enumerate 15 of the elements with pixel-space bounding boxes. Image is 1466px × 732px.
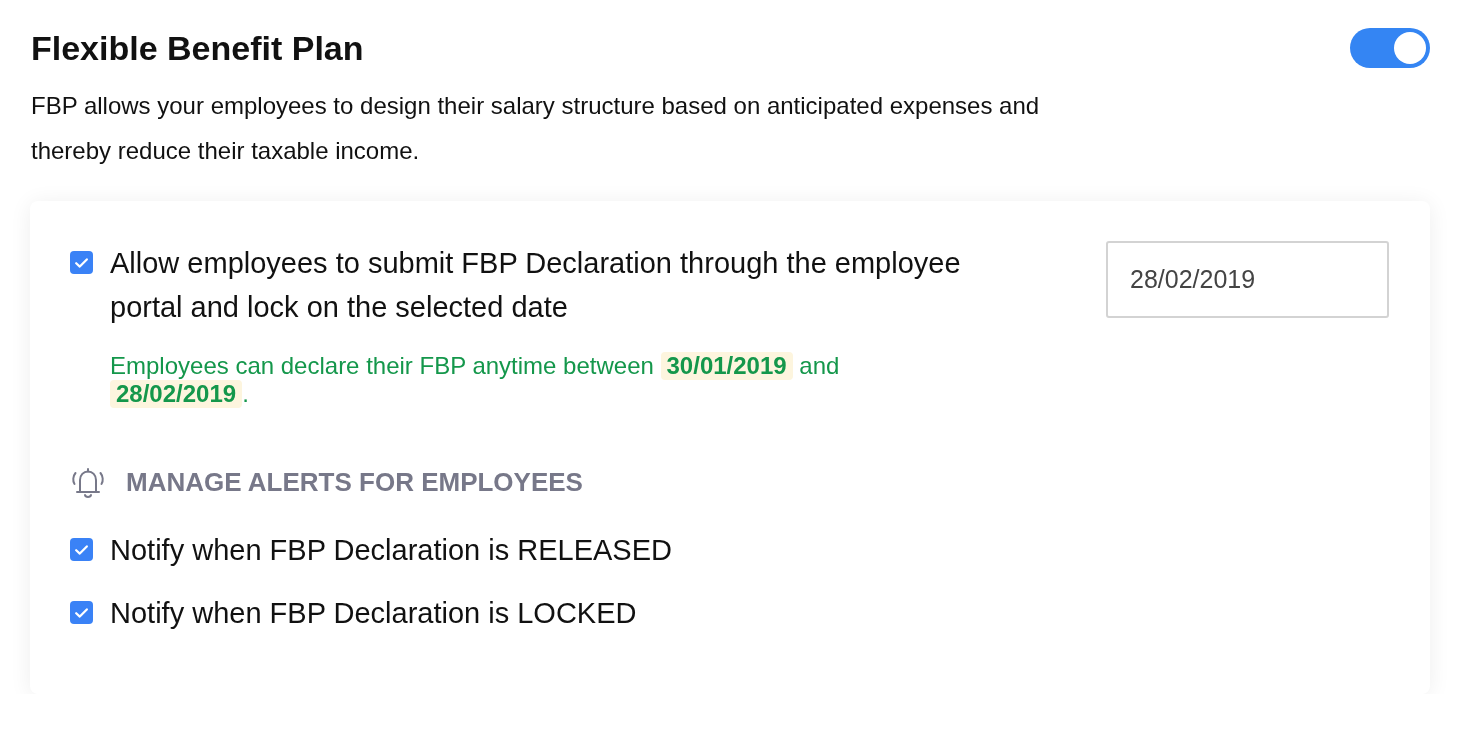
checkbox-label: Notify when FBP Declaration is RELEASED xyxy=(110,533,672,568)
checkbox-label: Allow employees to submit FBP Declaration through the employee portal and lock on the selected date xyxy=(110,246,962,325)
info-note: Employees can declare their FBP anytime between 30/01/2019 and 28/02/2019 . xyxy=(110,352,841,408)
check-icon xyxy=(75,544,88,555)
section-heading: MANAGE ALERTS FOR EMPLOYEES xyxy=(126,466,583,498)
checkbox[interactable] xyxy=(70,601,93,624)
checkbox[interactable] xyxy=(70,538,93,561)
toggle-switch[interactable] xyxy=(1350,28,1430,68)
date-field[interactable]: 28/02/2019 xyxy=(1106,241,1389,318)
checkbox-label: Notify when FBP Declaration is LOCKED xyxy=(110,596,637,631)
check-icon xyxy=(75,257,88,268)
check-icon xyxy=(75,607,88,618)
description-text: FBP allows your employees to design their salary structure based on anticipated expenses and thereby reduce their taxable income. xyxy=(31,91,1041,166)
checkbox[interactable] xyxy=(70,251,93,274)
page-title: Flexible Benefit Plan xyxy=(31,28,364,68)
